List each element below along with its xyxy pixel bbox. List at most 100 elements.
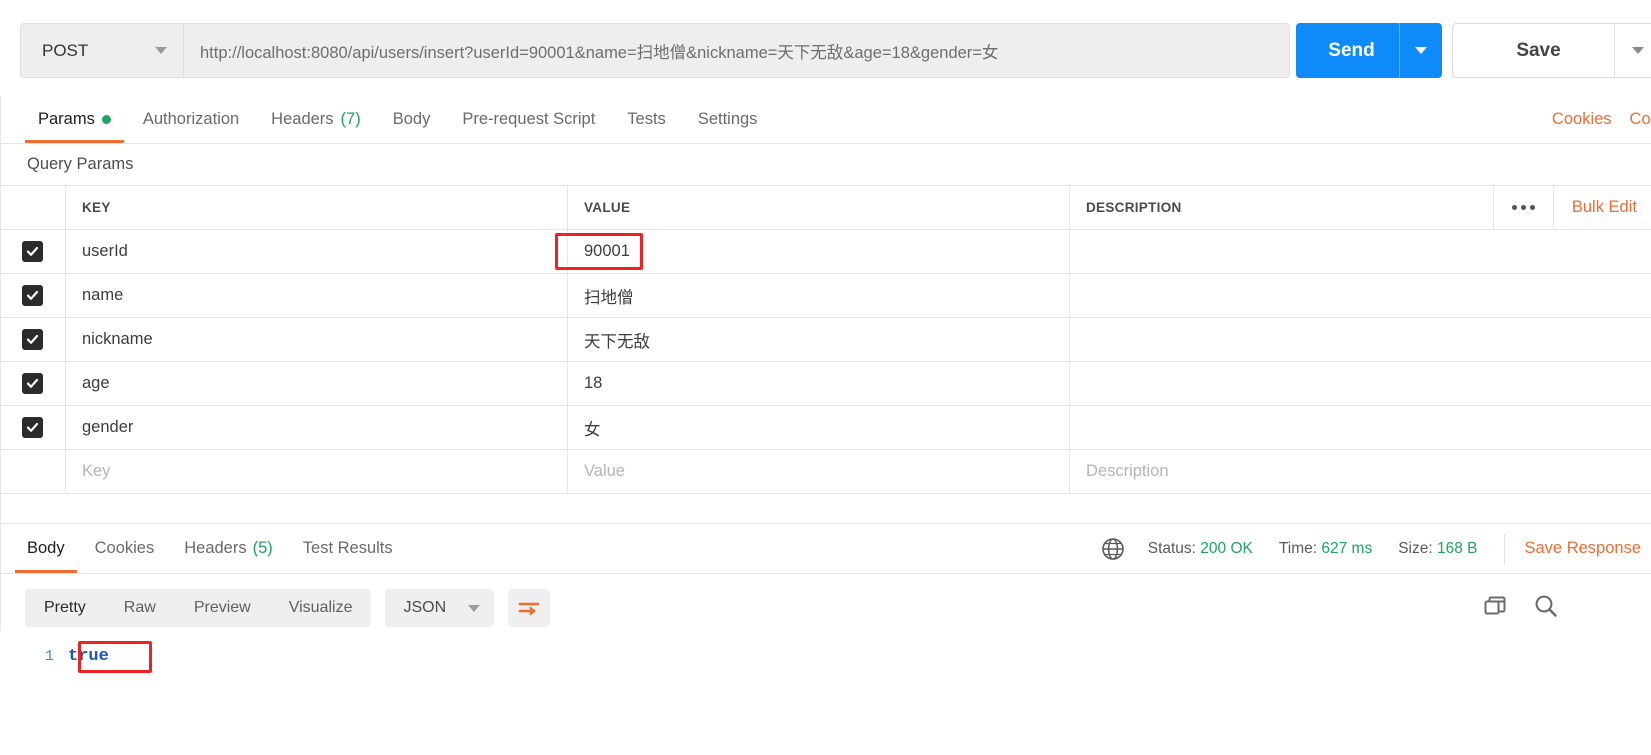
row-checkbox[interactable]: [22, 417, 43, 438]
row-checkbox[interactable]: [22, 285, 43, 306]
new-value-input[interactable]: Value: [568, 450, 1070, 493]
chevron-down-icon: [155, 47, 167, 54]
param-value: 女: [584, 420, 601, 439]
param-key: age: [82, 374, 110, 392]
send-button[interactable]: Send: [1296, 23, 1442, 78]
response-body-editor[interactable]: 1 true: [0, 631, 1651, 755]
save-options-button[interactable]: [1615, 47, 1651, 54]
row-description-cell[interactable]: [1070, 362, 1651, 405]
row-checkbox[interactable]: [22, 241, 43, 262]
row-checkbox-cell: [0, 362, 66, 405]
tab-tests[interactable]: Tests: [611, 96, 682, 143]
status-value: 200 OK: [1200, 539, 1253, 557]
view-raw[interactable]: Raw: [105, 589, 175, 627]
row-key-cell[interactable]: gender: [66, 406, 568, 449]
url-input[interactable]: http://localhost:8080/api/users/insert?u…: [184, 24, 1289, 77]
tab-body[interactable]: Body: [377, 96, 447, 143]
tab-settings[interactable]: Settings: [682, 96, 774, 143]
save-response-label: Save Response: [1524, 539, 1642, 557]
column-header-value: VALUE: [584, 200, 631, 215]
new-key-input[interactable]: Key: [66, 450, 568, 493]
tab-params-label: Params: [38, 110, 95, 128]
body-view-switch: Pretty Raw Preview Visualize: [25, 589, 372, 627]
query-params-title: Query Params: [27, 155, 134, 173]
body-format-label: JSON: [403, 599, 447, 616]
response-body-toolbar: Pretty Raw Preview Visualize JSON: [0, 585, 1651, 631]
tab-authorization[interactable]: Authorization: [127, 96, 255, 143]
tab-headers-count: (7): [340, 110, 361, 128]
param-key: userId: [82, 242, 128, 260]
ellipsis-icon: [1511, 205, 1535, 210]
header-checkbox-cell: [0, 186, 66, 229]
time-value: 627 ms: [1321, 539, 1373, 557]
row-description-cell[interactable]: [1070, 230, 1651, 273]
response-tab-headers-count: (5): [252, 539, 273, 557]
row-value-cell[interactable]: 天下无敌: [568, 318, 1070, 361]
tab-params[interactable]: Params: [22, 96, 127, 143]
copy-icon: [1484, 596, 1506, 615]
table-row: userId 90001: [0, 230, 1651, 274]
row-checkbox-cell: [0, 274, 66, 317]
response-tab-body[interactable]: Body: [12, 524, 80, 573]
row-checkbox-cell: [0, 318, 66, 361]
row-checkbox-cell: [0, 230, 66, 273]
chevron-down-icon: [1415, 47, 1427, 54]
view-pretty[interactable]: Pretty: [25, 589, 105, 627]
row-value-cell[interactable]: 女: [568, 406, 1070, 449]
row-description-cell[interactable]: [1070, 274, 1651, 317]
row-key-cell[interactable]: userId: [66, 230, 568, 273]
row-key-cell[interactable]: age: [66, 362, 568, 405]
new-value-placeholder: Value: [584, 462, 625, 480]
code-link[interactable]: Code: [1630, 110, 1651, 129]
row-value-cell[interactable]: 90001: [568, 230, 1070, 273]
table-row: gender 女: [0, 406, 1651, 450]
new-description-input[interactable]: Description: [1070, 450, 1651, 493]
cookies-link[interactable]: Cookies: [1552, 110, 1612, 129]
response-tab-test-results[interactable]: Test Results: [288, 524, 408, 573]
query-params-table: KEY VALUE DESCRIPTION Bulk Edit userId 9…: [0, 185, 1651, 494]
body-format-selector[interactable]: JSON: [385, 589, 495, 627]
row-key-cell[interactable]: nickname: [66, 318, 568, 361]
request-tabs: Params Authorization Headers (7) Body Pr…: [0, 96, 1651, 144]
search-icon: [1535, 595, 1557, 617]
row-value-cell[interactable]: 18: [568, 362, 1070, 405]
column-header-description: DESCRIPTION: [1086, 200, 1182, 215]
search-button[interactable]: [1533, 593, 1559, 619]
bulk-edit-button[interactable]: Bulk Edit: [1552, 186, 1651, 229]
chevron-down-icon: [1632, 47, 1644, 54]
send-options-button[interactable]: [1400, 47, 1442, 54]
save-button[interactable]: Save: [1452, 23, 1651, 78]
row-value-cell[interactable]: 扫地僧: [568, 274, 1070, 317]
http-method-selector[interactable]: POST: [21, 24, 184, 77]
row-checkbox[interactable]: [22, 329, 43, 350]
size-metric: Size: 168 B: [1398, 540, 1477, 558]
param-value: 天下无敌: [584, 332, 650, 351]
tab-settings-label: Settings: [697, 110, 758, 128]
more-options-button[interactable]: [1492, 186, 1553, 229]
postman-window: POST http://localhost:8080/api/users/ins…: [0, 0, 1651, 755]
row-description-cell[interactable]: [1070, 318, 1651, 361]
copy-button[interactable]: [1483, 593, 1509, 619]
row-key-cell[interactable]: name: [66, 274, 568, 317]
response-tabs: Body Cookies Headers (5) Test Results St…: [0, 524, 1651, 574]
globe-icon: [1100, 536, 1126, 562]
row-checkbox[interactable]: [22, 373, 43, 394]
view-preview[interactable]: Preview: [175, 589, 270, 627]
save-response-button[interactable]: Save Response: [1525, 539, 1651, 558]
request-tab-list: Params Authorization Headers (7) Body Pr…: [0, 96, 1651, 144]
view-visualize[interactable]: Visualize: [270, 589, 372, 627]
wrap-lines-button[interactable]: [508, 589, 551, 627]
response-tab-headers[interactable]: Headers (5): [169, 524, 288, 573]
new-key-placeholder: Key: [82, 462, 111, 480]
code-line: 1 true: [0, 641, 1651, 671]
tab-pre-request-script[interactable]: Pre-request Script: [446, 96, 611, 143]
row-description-cell[interactable]: [1070, 406, 1651, 449]
response-tab-cookies[interactable]: Cookies: [80, 524, 170, 573]
send-button-label: Send: [1328, 39, 1375, 61]
tab-headers[interactable]: Headers (7): [255, 96, 377, 143]
wrap-lines-icon: [518, 602, 540, 616]
method-url-group: POST http://localhost:8080/api/users/ins…: [20, 23, 1290, 78]
response-meta: Status: 200 OK Time: 627 ms Size: 168 B …: [1100, 524, 1651, 573]
tab-headers-label: Headers: [271, 110, 334, 128]
request-url-bar: POST http://localhost:8080/api/users/ins…: [0, 0, 1651, 96]
